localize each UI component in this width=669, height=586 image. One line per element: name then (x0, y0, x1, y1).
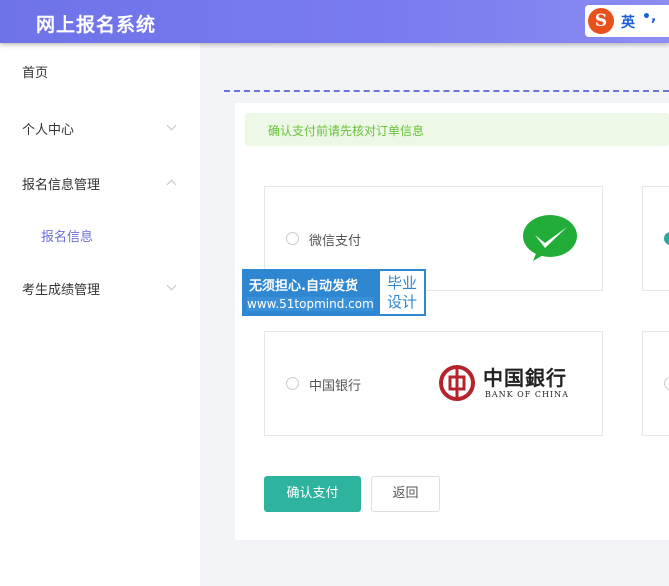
watermark-line2: www.51topmind.com (247, 297, 374, 311)
chevron-down-icon (166, 120, 177, 131)
sidebar-item-registration-management[interactable]: 报名信息管理 (0, 167, 200, 197)
watermark-left: 无须担心.自动发货 www.51topmind.com (242, 269, 378, 316)
sidebar-item-label: 报名信息管理 (22, 178, 101, 193)
payment-option-4[interactable] (642, 331, 669, 436)
ime-punctuation-toggle[interactable]: •, (642, 9, 656, 25)
radio-button[interactable] (286, 377, 299, 390)
bank-of-china-emblem-icon (439, 365, 475, 401)
sidebar-item-label: 个人中心 (22, 123, 75, 138)
confirm-payment-button[interactable]: 确认支付 (264, 476, 361, 512)
payment-option-2[interactable] (642, 186, 669, 291)
radio-button[interactable] (664, 377, 669, 390)
alert-text: 确认支付前请先核对订单信息 (268, 124, 425, 138)
sogou-ime-icon[interactable]: S (588, 8, 614, 34)
sidebar-item-score-management[interactable]: 考生成绩管理 (0, 272, 200, 302)
sidebar-subitem-label: 报名信息 (41, 230, 94, 245)
payment-option-label: 中国银行 (309, 379, 362, 394)
sidebar-item-home[interactable]: 首页 (0, 55, 200, 85)
payment-panel (235, 103, 669, 540)
back-button[interactable]: 返回 (371, 476, 440, 512)
top-header: 网上报名系统 S 英 •, (0, 0, 669, 43)
boc-logo-en: BANK OF CHINA (485, 390, 569, 399)
sidebar-item-label: 考生成绩管理 (22, 283, 101, 298)
info-alert: 确认支付前请先核对订单信息 (245, 113, 669, 146)
sidebar-menu: 首页 个人中心 报名信息管理 报名信息 考生成绩管理 (0, 43, 200, 586)
sidebar-item-personal-center[interactable]: 个人中心 (0, 112, 200, 142)
ime-toolbar[interactable]: S 英 •, (585, 5, 669, 37)
payment-option-boc[interactable]: 中国银行 中国銀行 BANK OF CHINA (264, 331, 603, 436)
chevron-up-icon (166, 179, 177, 190)
chevron-down-icon (166, 280, 177, 291)
watermark-line1: 无须担心.自动发货 (249, 279, 358, 294)
wechat-pay-icon (523, 215, 577, 261)
sidebar-item-label: 首页 (22, 66, 49, 81)
watermark-right: 毕业 设计 (378, 269, 426, 316)
boc-logo-cn: 中国銀行 (483, 366, 567, 390)
dashed-divider (224, 90, 669, 92)
app-title: 网上报名系统 (36, 14, 157, 36)
radio-button[interactable] (286, 232, 299, 245)
sidebar-subitem-registration-info[interactable]: 报名信息 (0, 219, 200, 249)
watermark-badge: 无须担心.自动发货 www.51topmind.com 毕业 设计 (242, 269, 426, 316)
radio-button-checked[interactable] (664, 232, 669, 245)
payment-option-label: 微信支付 (309, 234, 362, 249)
ime-language-toggle[interactable]: 英 (621, 12, 635, 32)
